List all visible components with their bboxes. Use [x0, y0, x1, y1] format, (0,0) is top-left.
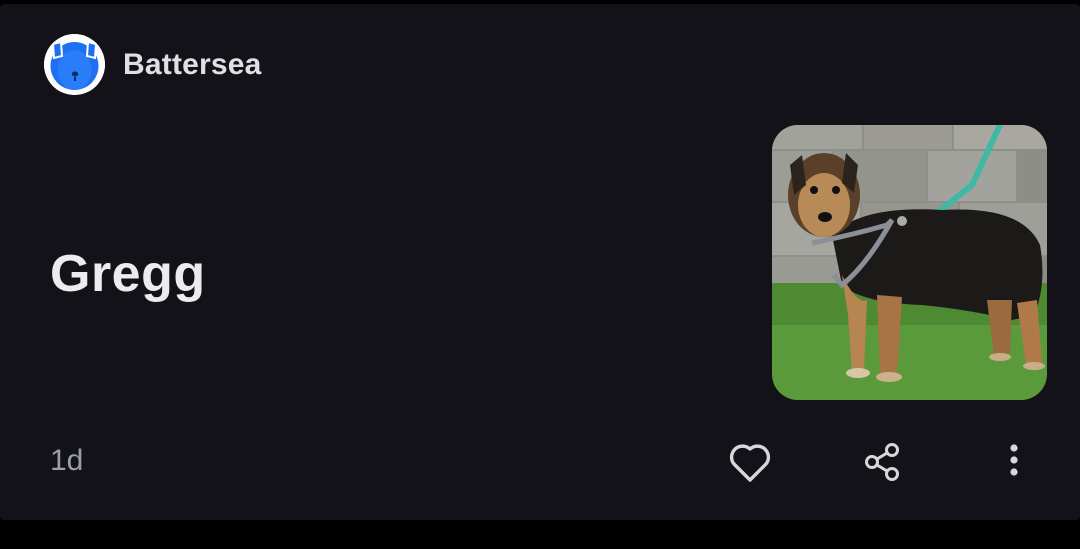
share-button[interactable] — [854, 436, 910, 492]
like-button[interactable] — [722, 436, 778, 492]
heart-outline-icon — [726, 440, 774, 489]
source-row[interactable]: Battersea — [44, 34, 262, 95]
article-thumbnail[interactable] — [772, 125, 1047, 400]
share-icon — [860, 440, 904, 489]
more-vertical-icon — [1008, 442, 1020, 487]
source-name[interactable]: Battersea — [123, 48, 262, 82]
more-options-button[interactable] — [986, 436, 1042, 492]
battersea-logo-icon — [44, 34, 105, 95]
news-card[interactable]: Battersea Gregg 1d — [0, 4, 1080, 520]
timestamp: 1d — [50, 444, 84, 477]
headline[interactable]: Gregg — [50, 244, 206, 304]
